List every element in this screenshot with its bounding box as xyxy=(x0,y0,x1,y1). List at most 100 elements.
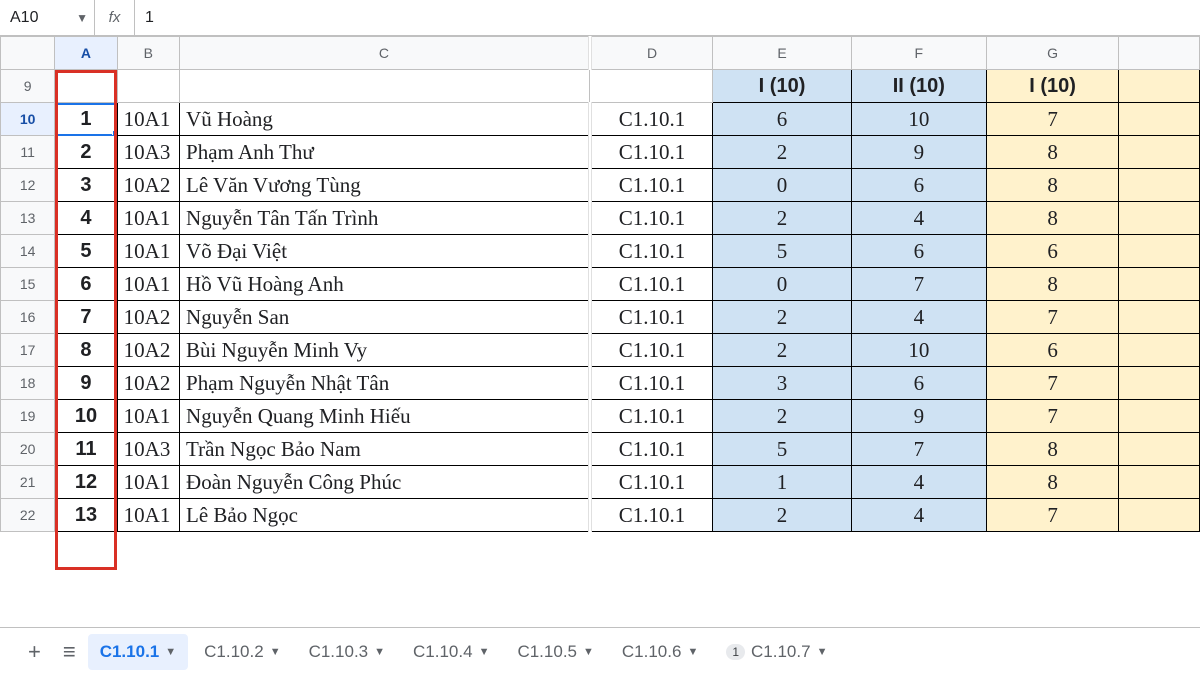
spreadsheet-grid[interactable]: A B C D E F G 9I (10)II (10)I (10)10110A… xyxy=(0,36,1200,627)
row-header[interactable]: 9 xyxy=(1,70,55,103)
cell-G11[interactable]: 8 xyxy=(986,136,1119,169)
cell-E9[interactable]: I (10) xyxy=(713,70,852,103)
cell-G12[interactable]: 8 xyxy=(986,169,1119,202)
cell-B15[interactable]: 10A1 xyxy=(117,268,179,301)
cell-E15[interactable]: 0 xyxy=(713,268,852,301)
cell-F14[interactable]: 6 xyxy=(851,235,986,268)
cell-H21[interactable] xyxy=(1119,466,1200,499)
cell-B12[interactable]: 10A2 xyxy=(117,169,179,202)
cell-B17[interactable]: 10A2 xyxy=(117,334,179,367)
cell-D9[interactable] xyxy=(590,70,713,103)
cell-F16[interactable]: 4 xyxy=(851,301,986,334)
cell-E19[interactable]: 2 xyxy=(713,400,852,433)
cell-B21[interactable]: 10A1 xyxy=(117,466,179,499)
cell-B11[interactable]: 10A3 xyxy=(117,136,179,169)
cell-E22[interactable]: 2 xyxy=(713,499,852,532)
cell-H15[interactable] xyxy=(1119,268,1200,301)
cell-H19[interactable] xyxy=(1119,400,1200,433)
cell-B19[interactable]: 10A1 xyxy=(117,400,179,433)
row-header[interactable]: 11 xyxy=(1,136,55,169)
cell-C17[interactable]: Bùi Nguyễn Minh Vy xyxy=(180,334,590,367)
cell-D22[interactable]: C1.10.1 xyxy=(590,499,713,532)
cell-B13[interactable]: 10A1 xyxy=(117,202,179,235)
cell-A15[interactable]: 6 xyxy=(55,268,117,301)
cell-F18[interactable]: 6 xyxy=(851,367,986,400)
cell-D20[interactable]: C1.10.1 xyxy=(590,433,713,466)
cell-G20[interactable]: 8 xyxy=(986,433,1119,466)
cell-B9[interactable] xyxy=(117,70,179,103)
cell-H10[interactable] xyxy=(1119,103,1200,136)
cell-H12[interactable] xyxy=(1119,169,1200,202)
cell-E13[interactable]: 2 xyxy=(713,202,852,235)
chevron-down-icon[interactable]: ▼ xyxy=(687,646,698,658)
cell-E14[interactable]: 5 xyxy=(713,235,852,268)
cell-A19[interactable]: 10 xyxy=(55,400,117,433)
cell-G18[interactable]: 7 xyxy=(986,367,1119,400)
cell-F13[interactable]: 4 xyxy=(851,202,986,235)
col-header-C[interactable]: C xyxy=(180,37,590,70)
cell-A9[interactable] xyxy=(55,70,117,103)
cell-C10[interactable]: Vũ Hoàng xyxy=(180,103,590,136)
row-header[interactable]: 20 xyxy=(1,433,55,466)
cell-F10[interactable]: 10 xyxy=(851,103,986,136)
cell-D18[interactable]: C1.10.1 xyxy=(590,367,713,400)
cell-G13[interactable]: 8 xyxy=(986,202,1119,235)
col-header-D[interactable]: D xyxy=(590,37,713,70)
cell-G14[interactable]: 6 xyxy=(986,235,1119,268)
col-header-G[interactable]: G xyxy=(986,37,1119,70)
cell-H14[interactable] xyxy=(1119,235,1200,268)
cell-D21[interactable]: C1.10.1 xyxy=(590,466,713,499)
cell-C13[interactable]: Nguyễn Tân Tấn Trình xyxy=(180,202,590,235)
cell-F11[interactable]: 9 xyxy=(851,136,986,169)
cell-H9[interactable] xyxy=(1119,70,1200,103)
cell-F12[interactable]: 6 xyxy=(851,169,986,202)
chevron-down-icon[interactable]: ▼ xyxy=(165,646,176,658)
cell-F9[interactable]: II (10) xyxy=(851,70,986,103)
row-header[interactable]: 22 xyxy=(1,499,55,532)
cell-A22[interactable]: 13 xyxy=(55,499,117,532)
cell-C21[interactable]: Đoàn Nguyễn Công Phúc xyxy=(180,466,590,499)
cell-C20[interactable]: Trần Ngọc Bảo Nam xyxy=(180,433,590,466)
cell-D11[interactable]: C1.10.1 xyxy=(590,136,713,169)
cell-H20[interactable] xyxy=(1119,433,1200,466)
cell-A12[interactable]: 3 xyxy=(55,169,117,202)
row-header[interactable]: 15 xyxy=(1,268,55,301)
cell-A17[interactable]: 8 xyxy=(55,334,117,367)
cell-D14[interactable]: C1.10.1 xyxy=(590,235,713,268)
cell-F15[interactable]: 7 xyxy=(851,268,986,301)
chevron-down-icon[interactable]: ▼ xyxy=(270,646,281,658)
cell-E10[interactable]: 6 xyxy=(713,103,852,136)
cell-E17[interactable]: 2 xyxy=(713,334,852,367)
cell-C14[interactable]: Võ Đại Việt xyxy=(180,235,590,268)
cell-H16[interactable] xyxy=(1119,301,1200,334)
cell-A13[interactable]: 4 xyxy=(55,202,117,235)
sheet-tab[interactable]: C1.10.1▼ xyxy=(88,634,188,670)
sheet-tab[interactable]: C1.10.2▼ xyxy=(192,634,292,670)
cell-G22[interactable]: 7 xyxy=(986,499,1119,532)
chevron-down-icon[interactable]: ▼ xyxy=(817,646,828,658)
row-header[interactable]: 16 xyxy=(1,301,55,334)
cell-H18[interactable] xyxy=(1119,367,1200,400)
cell-H22[interactable] xyxy=(1119,499,1200,532)
cell-B10[interactable]: 10A1 xyxy=(117,103,179,136)
cell-D15[interactable]: C1.10.1 xyxy=(590,268,713,301)
row-header[interactable]: 21 xyxy=(1,466,55,499)
cell-E18[interactable]: 3 xyxy=(713,367,852,400)
col-header-A[interactable]: A xyxy=(55,37,117,70)
row-header[interactable]: 13 xyxy=(1,202,55,235)
name-box-dropdown-icon[interactable]: ▼ xyxy=(76,11,88,25)
cell-G17[interactable]: 6 xyxy=(986,334,1119,367)
cell-F19[interactable]: 9 xyxy=(851,400,986,433)
cell-F17[interactable]: 10 xyxy=(851,334,986,367)
row-header[interactable]: 18 xyxy=(1,367,55,400)
cell-D13[interactable]: C1.10.1 xyxy=(590,202,713,235)
cell-B18[interactable]: 10A2 xyxy=(117,367,179,400)
cell-A14[interactable]: 5 xyxy=(55,235,117,268)
chevron-down-icon[interactable]: ▼ xyxy=(479,646,490,658)
cell-C15[interactable]: Hồ Vũ Hoàng Anh xyxy=(180,268,590,301)
cell-D10[interactable]: C1.10.1 xyxy=(590,103,713,136)
col-header-H[interactable] xyxy=(1119,37,1200,70)
cell-B14[interactable]: 10A1 xyxy=(117,235,179,268)
cell-G19[interactable]: 7 xyxy=(986,400,1119,433)
sheet-tab[interactable]: C1.10.3▼ xyxy=(297,634,397,670)
